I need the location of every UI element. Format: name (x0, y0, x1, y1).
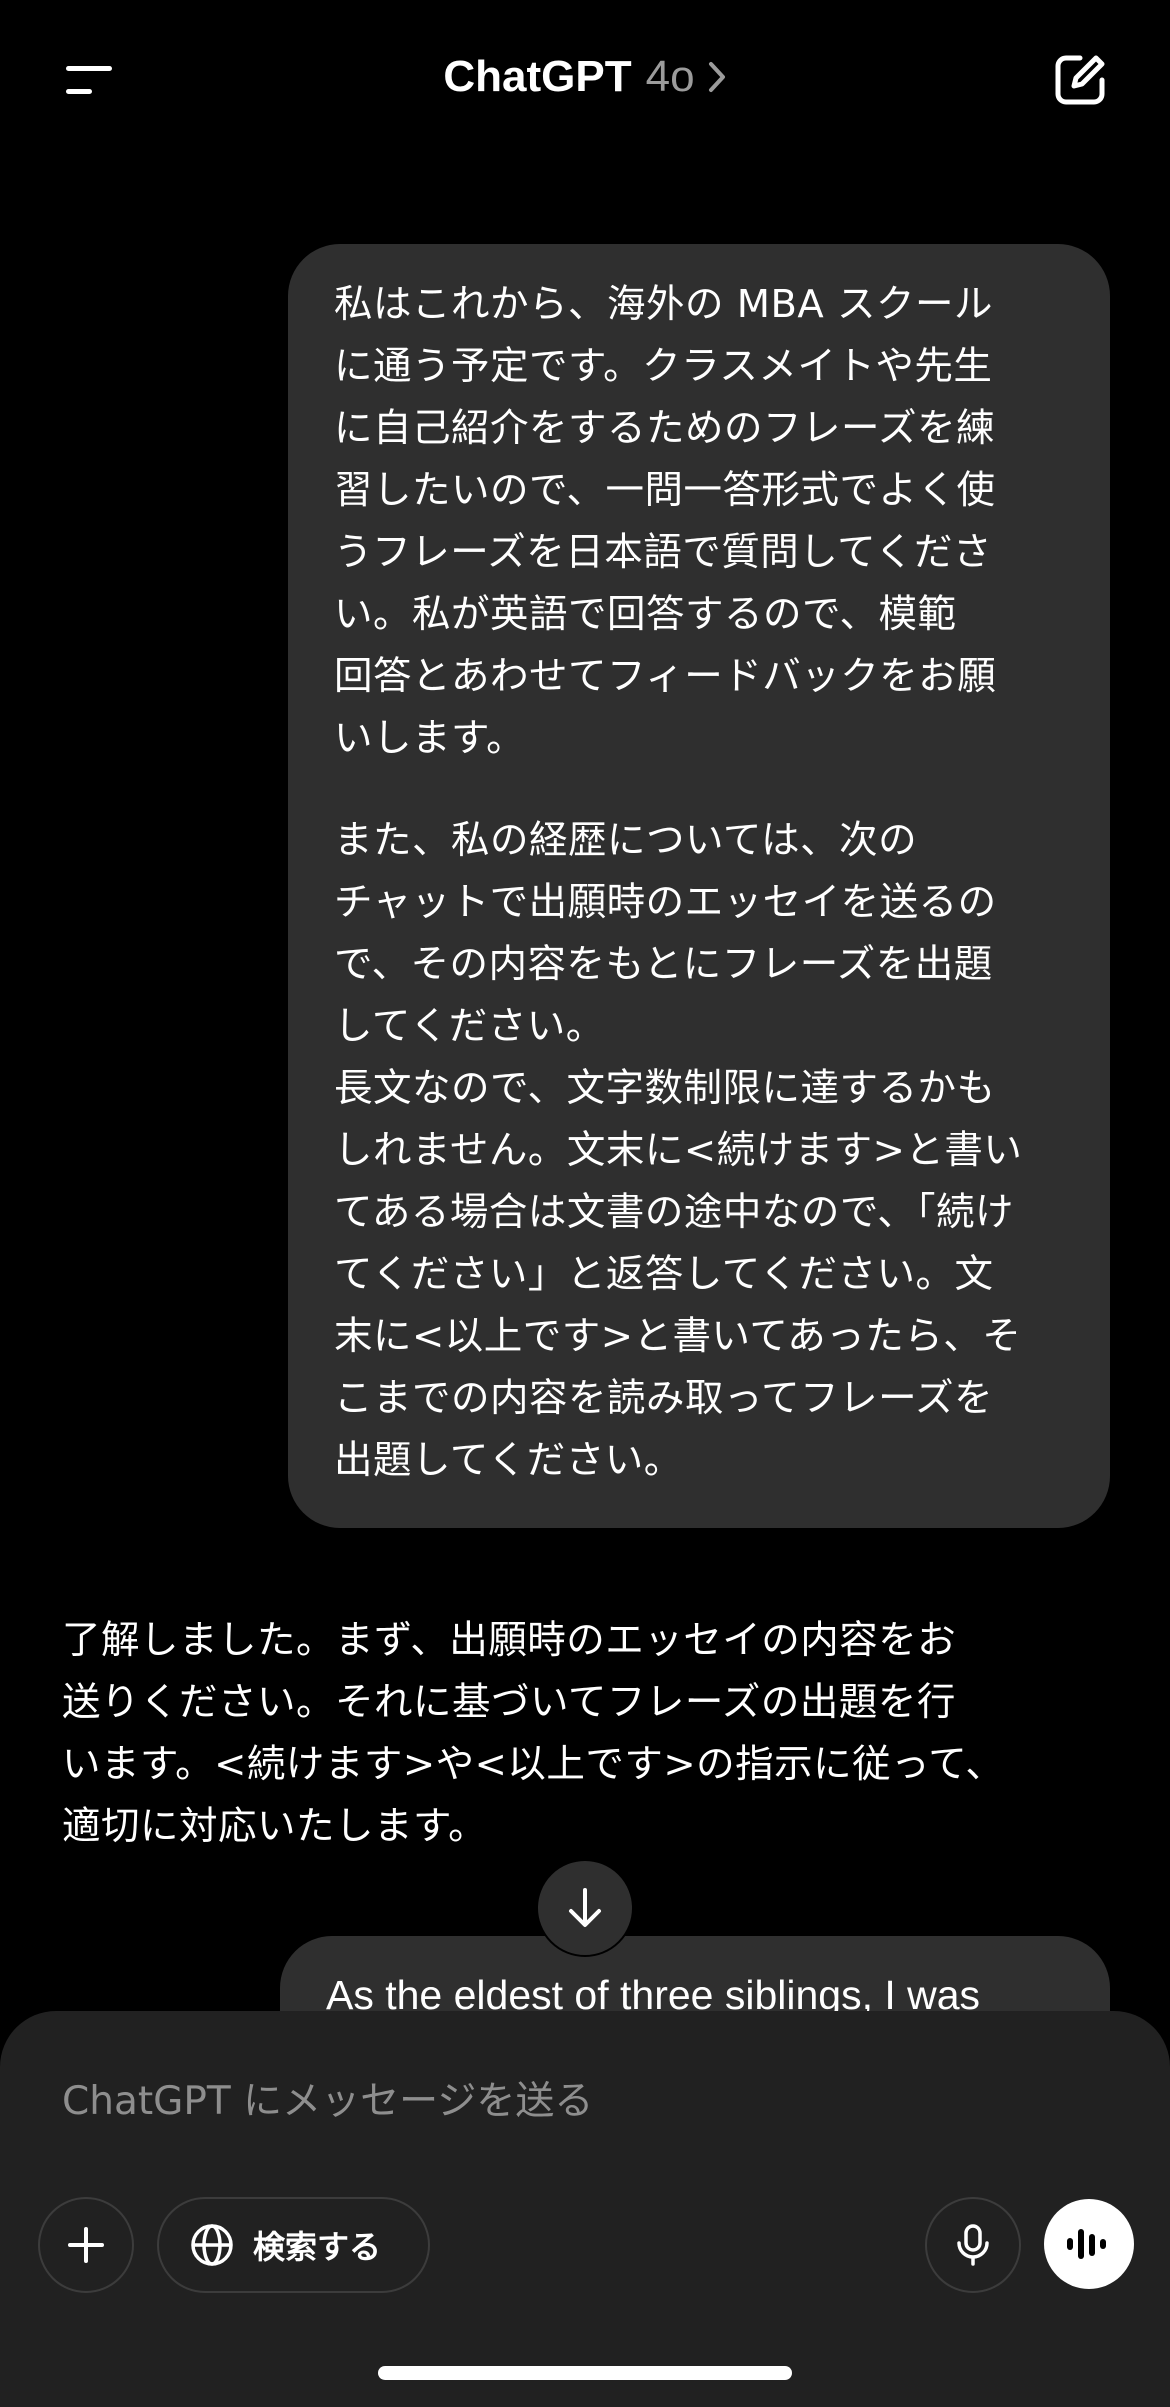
assistant-message: 了解しました。まず、出願時のエッセイの内容をお 送りください。それに基づいてフレ… (62, 1618, 1005, 1849)
plus-icon (68, 2227, 104, 2263)
user-message-paragraph: また、私の経歴については、次の チャットで出願時のエッセイを送るの で、その内容… (334, 818, 1023, 1483)
user-message-paragraph: 私はこれから、海外の MBA スクール に通う予定です。クラスメイトや先生 に自… (334, 282, 997, 761)
user-message-bubble: 私はこれから、海外の MBA スクール に通う予定です。クラスメイトや先生 に自… (288, 244, 1110, 1528)
voice-mode-button[interactable] (1044, 2199, 1134, 2289)
new-chat-button[interactable] (1040, 45, 1120, 115)
attach-button[interactable] (38, 2197, 134, 2293)
voice-mode-icon (1067, 2229, 1106, 2259)
chevron-right-icon (707, 60, 727, 94)
app-title: ChatGPT (443, 52, 632, 101)
scroll-to-bottom-button[interactable] (536, 1859, 634, 1957)
top-bar: ChatGPT 4o (0, 0, 1170, 165)
message-composer: 検索する (0, 2011, 1170, 2407)
search-button[interactable]: 検索する (157, 2197, 430, 2293)
search-button-label: 検索する (253, 2228, 382, 2266)
microphone-icon (957, 2224, 989, 2266)
globe-icon (191, 2224, 233, 2266)
model-selector[interactable]: ChatGPT 4o (0, 52, 1170, 102)
compose-icon (1055, 55, 1105, 105)
message-input[interactable] (62, 2071, 1062, 2131)
arrow-down-icon (569, 1888, 601, 1927)
dictation-button[interactable] (925, 2197, 1021, 2293)
model-name: 4o (645, 52, 695, 101)
home-indicator (378, 2366, 792, 2380)
